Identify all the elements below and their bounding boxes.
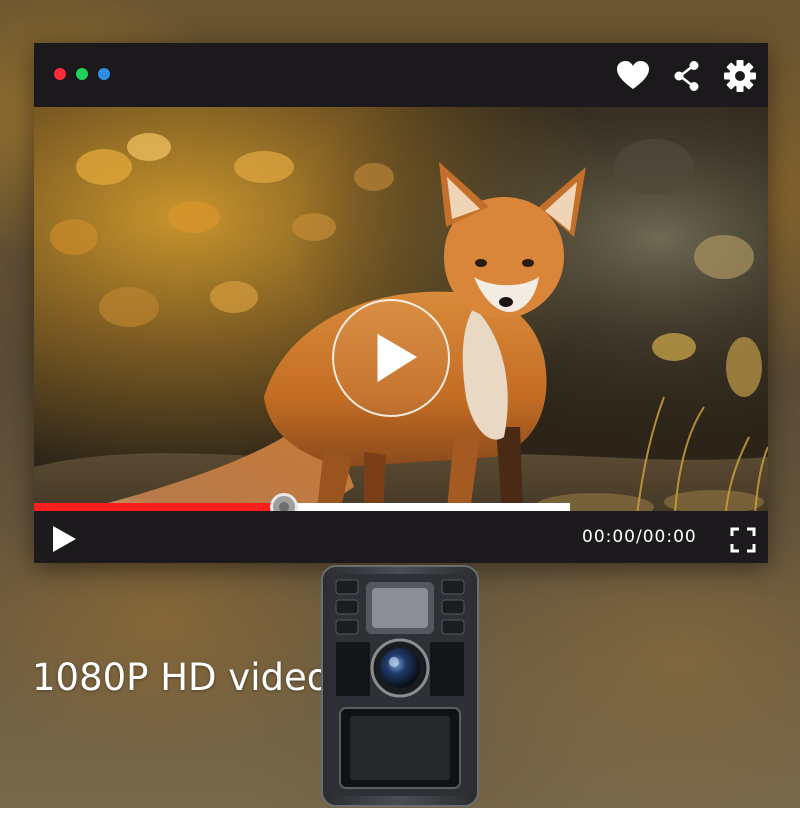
video-player-window: 00:00/00:00 (34, 43, 768, 563)
control-bar: 00:00/00:00 (34, 511, 768, 563)
maximize-window-dot[interactable] (98, 68, 110, 80)
gear-icon[interactable] (723, 59, 757, 93)
progress-bar[interactable] (34, 493, 768, 521)
time-display: 00:00/00:00 (582, 527, 697, 547)
video-frame[interactable] (34, 107, 768, 544)
share-icon[interactable] (670, 59, 704, 93)
fullscreen-icon[interactable] (730, 527, 756, 553)
played-fill (34, 503, 284, 511)
heart-icon[interactable] (616, 59, 650, 93)
play-icon[interactable] (50, 524, 78, 554)
play-icon (377, 333, 418, 383)
title-bar (34, 43, 768, 107)
bottom-strip (0, 808, 800, 825)
feature-caption: 1080P HD video (32, 656, 330, 699)
center-play-button[interactable] (332, 299, 450, 417)
trail-camera-image (318, 564, 482, 808)
close-window-dot[interactable] (54, 68, 66, 80)
minimize-window-dot[interactable] (76, 68, 88, 80)
